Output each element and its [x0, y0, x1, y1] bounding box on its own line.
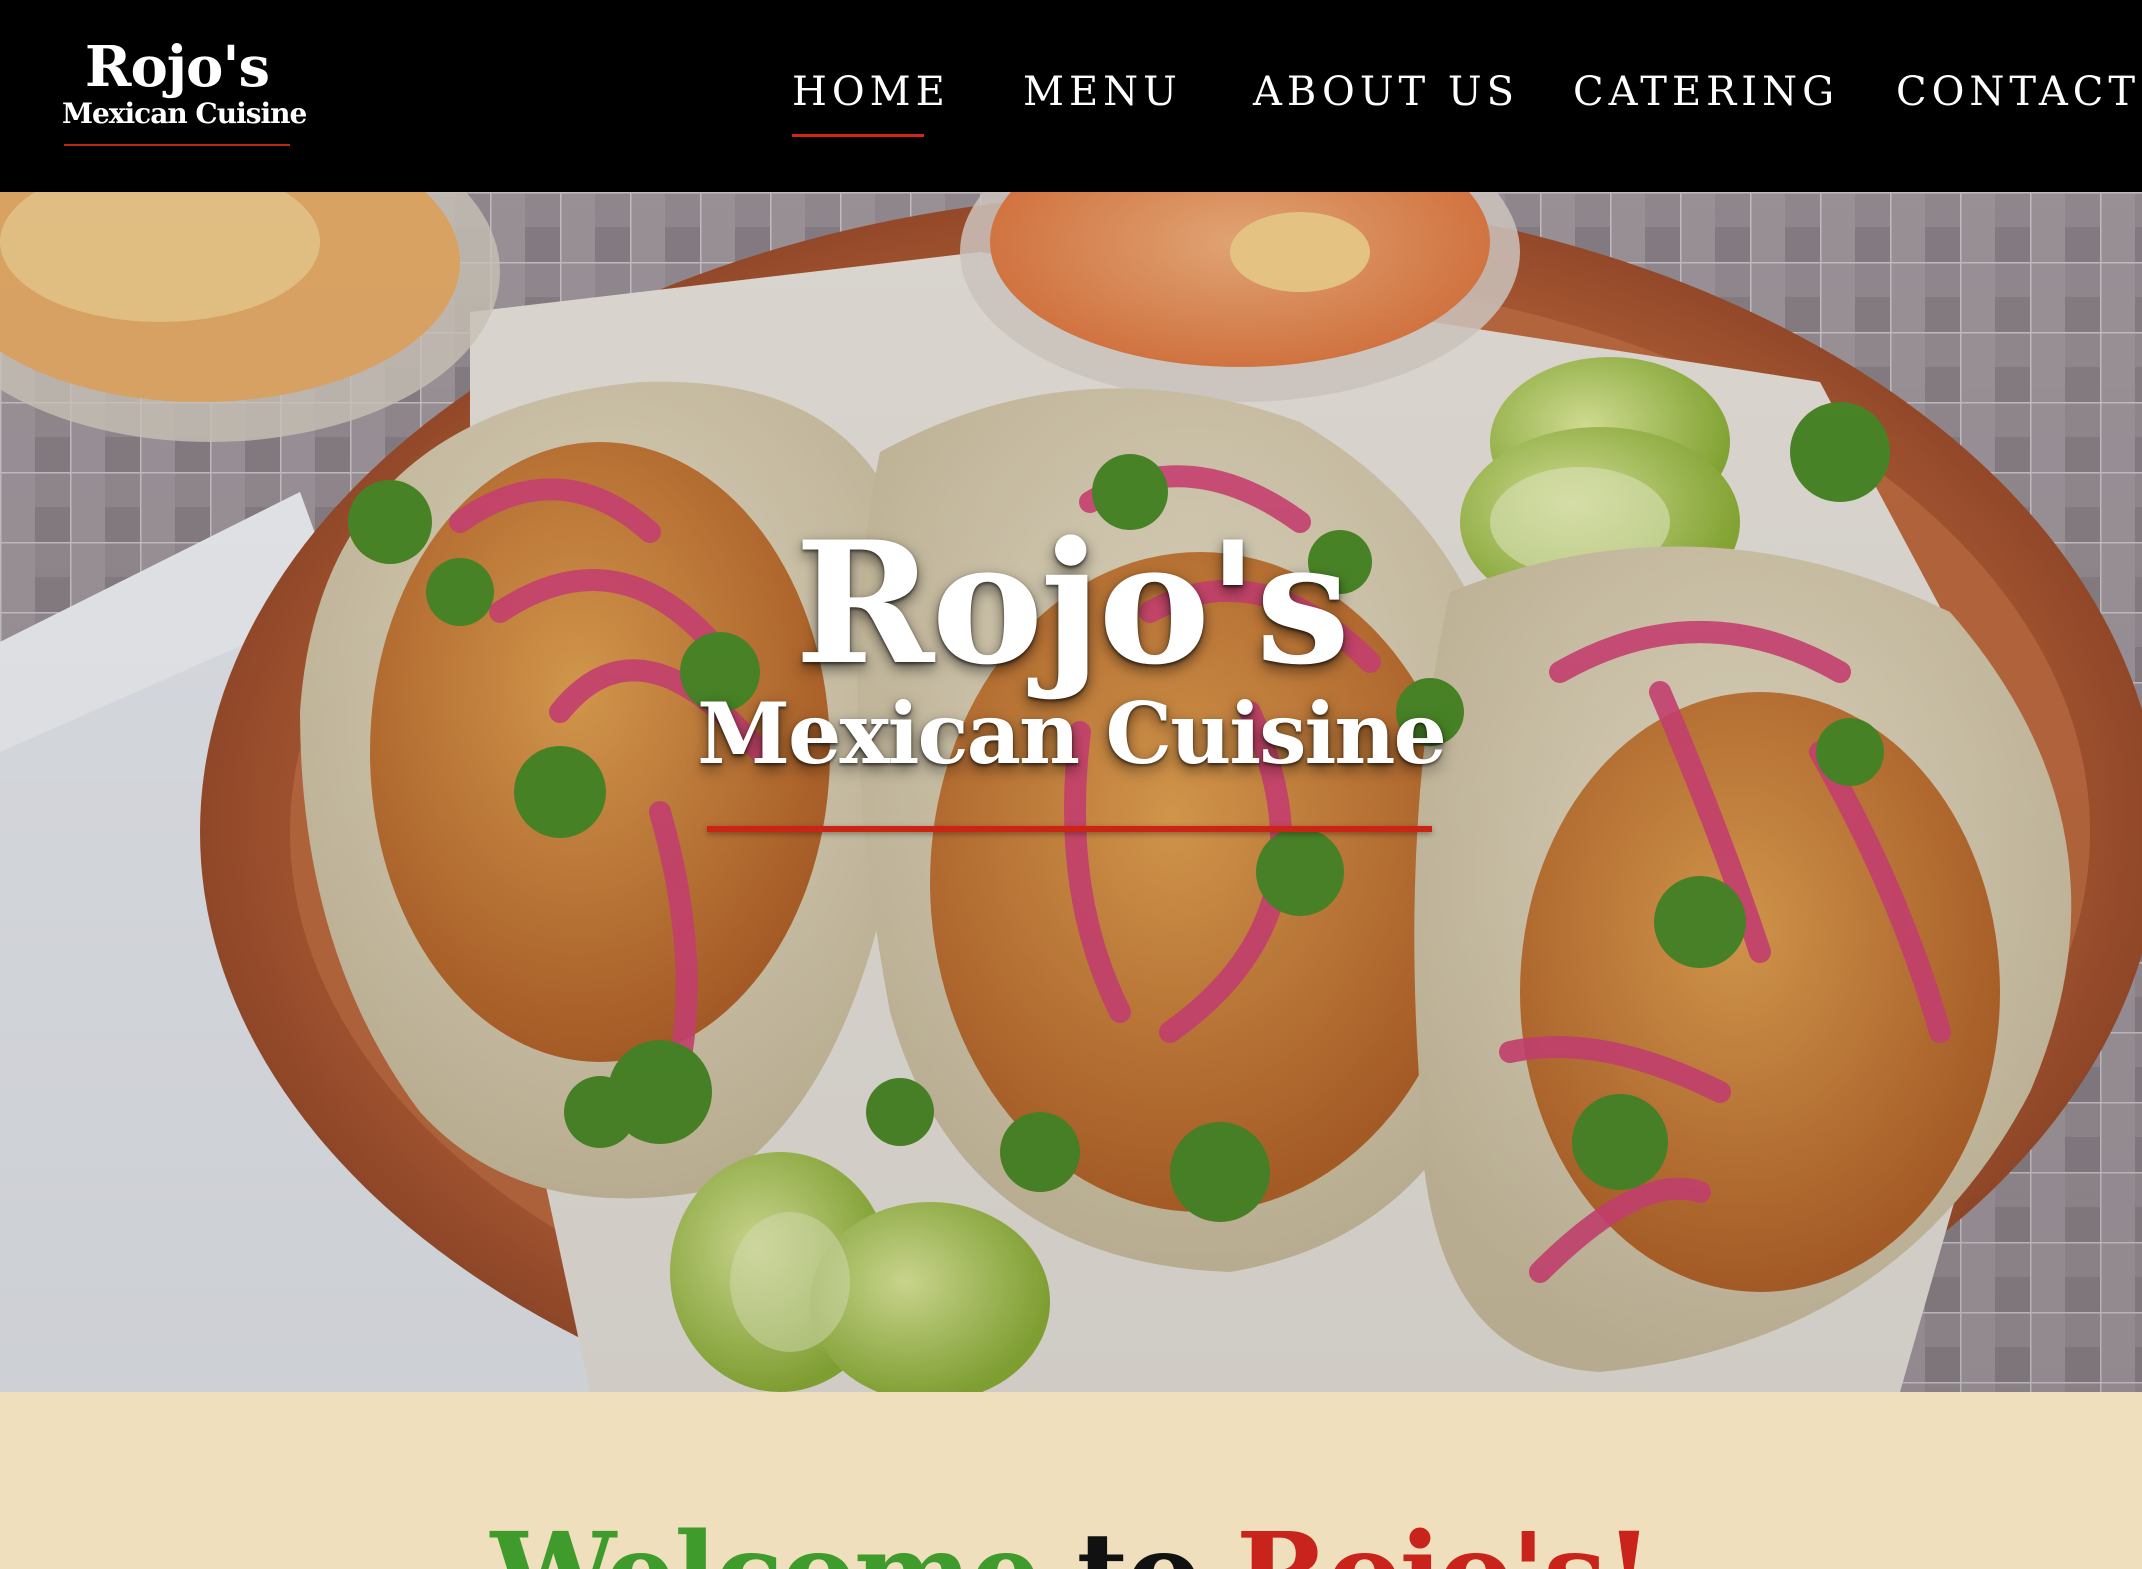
- welcome-section: Welcome to Rojo's!: [0, 1392, 2142, 1569]
- hero-underline: [707, 826, 1432, 832]
- logo-underline: [64, 144, 290, 146]
- welcome-to-word: to: [1077, 1509, 1201, 1569]
- hero-tacos-image: [0, 192, 2142, 1392]
- nav-active-indicator: [792, 134, 924, 137]
- hero-title: Rojo's Mexican Cuisine: [0, 508, 2142, 782]
- welcome-word: Welcome: [490, 1509, 1041, 1569]
- hero-banner: Rojo's Mexican Cuisine: [0, 192, 2142, 1392]
- nav-contact[interactable]: CONTACT: [1896, 66, 2140, 118]
- nav-catering[interactable]: CATERING: [1573, 66, 1839, 118]
- nav-menu[interactable]: MENU: [1023, 66, 1182, 118]
- welcome-heading: Welcome to Rojo's!: [0, 1510, 2142, 1569]
- main-nav: HOME MENU ABOUT US CATERING CONTACT: [0, 66, 2142, 126]
- nav-home[interactable]: HOME: [792, 66, 950, 118]
- hero-name: Rojo's: [794, 504, 1351, 702]
- page: Rojo's Mexican Cuisine HOME MENU ABOUT U…: [0, 0, 2142, 1569]
- hero-subtitle: Mexican Cuisine: [697, 684, 1447, 783]
- nav-about-us[interactable]: ABOUT US: [1253, 66, 1519, 118]
- welcome-brand-word: Rojo's!: [1236, 1509, 1654, 1569]
- site-header: Rojo's Mexican Cuisine HOME MENU ABOUT U…: [0, 0, 2142, 192]
